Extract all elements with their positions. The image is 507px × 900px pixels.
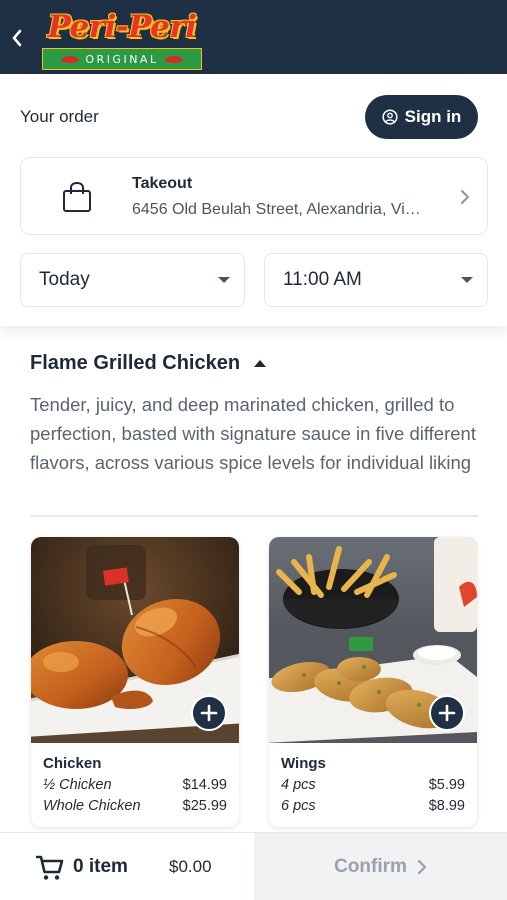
sign-in-button[interactable]: Sign in (365, 95, 478, 139)
caret-up-icon (254, 360, 267, 367)
time-select-value: 11:00 AM (283, 269, 362, 290)
confirm-label: Confirm (334, 856, 407, 877)
caret-down-icon (461, 277, 473, 283)
option-price: $8.99 (428, 798, 465, 814)
menu-item-option: 4 pcs $5.99 (281, 777, 465, 793)
menu-section-title: Flame Grilled Chicken (30, 352, 241, 374)
menu-item-option: 6 pcs $8.99 (281, 798, 465, 814)
your-order-heading: Your order (20, 107, 99, 126)
brand-logo[interactable]: Peri-Peri ORIGINAL (42, 4, 202, 70)
cart-total: $0.00 (169, 857, 212, 876)
option-price: $25.99 (182, 798, 227, 814)
menu-item-name: Wings (281, 755, 326, 772)
user-circle-icon (382, 109, 398, 125)
chevron-left-icon (12, 29, 22, 47)
cart-bar: 0 item $0.00 Confirm (0, 832, 507, 900)
section-divider (30, 515, 478, 517)
menu-section-description: Tender, juicy, and deep marinated chicke… (30, 394, 476, 473)
top-header: Peri-Peri ORIGINAL (0, 0, 507, 74)
day-select-value: Today (39, 269, 90, 290)
day-select[interactable]: Today (20, 253, 245, 307)
order-panel: Your order Sign in Takeout 6456 Old Beul… (0, 74, 507, 326)
option-label: ½ Chicken (43, 777, 112, 793)
order-mode-title: Takeout (132, 175, 193, 192)
sign-in-label: Sign in (404, 107, 462, 126)
brand-name: Peri-Peri (47, 9, 198, 45)
menu-item-option: Whole Chicken $25.99 (43, 798, 227, 814)
menu-item-option: ½ Chicken $14.99 (43, 777, 227, 793)
menu-section-toggle[interactable]: Flame Grilled Chicken (30, 352, 267, 375)
shopping-bag-icon (63, 181, 91, 212)
chili-icon (164, 55, 183, 63)
option-label: 4 pcs (281, 777, 316, 793)
order-mode-card[interactable]: Takeout 6456 Old Beulah Street, Alexandr… (20, 157, 488, 235)
cart-icon[interactable] (36, 855, 64, 881)
menu-item-card[interactable]: Wings 4 pcs $5.99 6 pcs $8.99 (269, 537, 477, 827)
back-button[interactable] (6, 24, 28, 52)
brand-tagline: ORIGINAL (85, 52, 159, 66)
option-label: Whole Chicken (43, 798, 141, 814)
time-select[interactable]: 11:00 AM (264, 253, 488, 307)
option-price: $5.99 (428, 777, 465, 793)
chevron-right-icon (461, 190, 469, 204)
plus-icon (438, 704, 456, 722)
add-item-button[interactable] (429, 695, 465, 731)
chevron-right-icon (417, 859, 427, 875)
brand-band: ORIGINAL (42, 48, 202, 70)
menu-item-name: Chicken (43, 755, 102, 772)
chili-icon (61, 55, 80, 63)
plus-icon (200, 704, 218, 722)
add-item-button[interactable] (191, 695, 227, 731)
confirm-button[interactable]: Confirm (254, 833, 507, 900)
pickup-address: 6456 Old Beulah Street, Alexandria, Virg… (132, 201, 424, 218)
option-label: 6 pcs (281, 798, 316, 814)
option-price: $14.99 (182, 777, 227, 793)
menu-item-card[interactable]: Chicken ½ Chicken $14.99 Whole Chicken $… (31, 537, 239, 827)
caret-down-icon (218, 277, 230, 283)
cart-item-count: 0 item (73, 856, 128, 877)
